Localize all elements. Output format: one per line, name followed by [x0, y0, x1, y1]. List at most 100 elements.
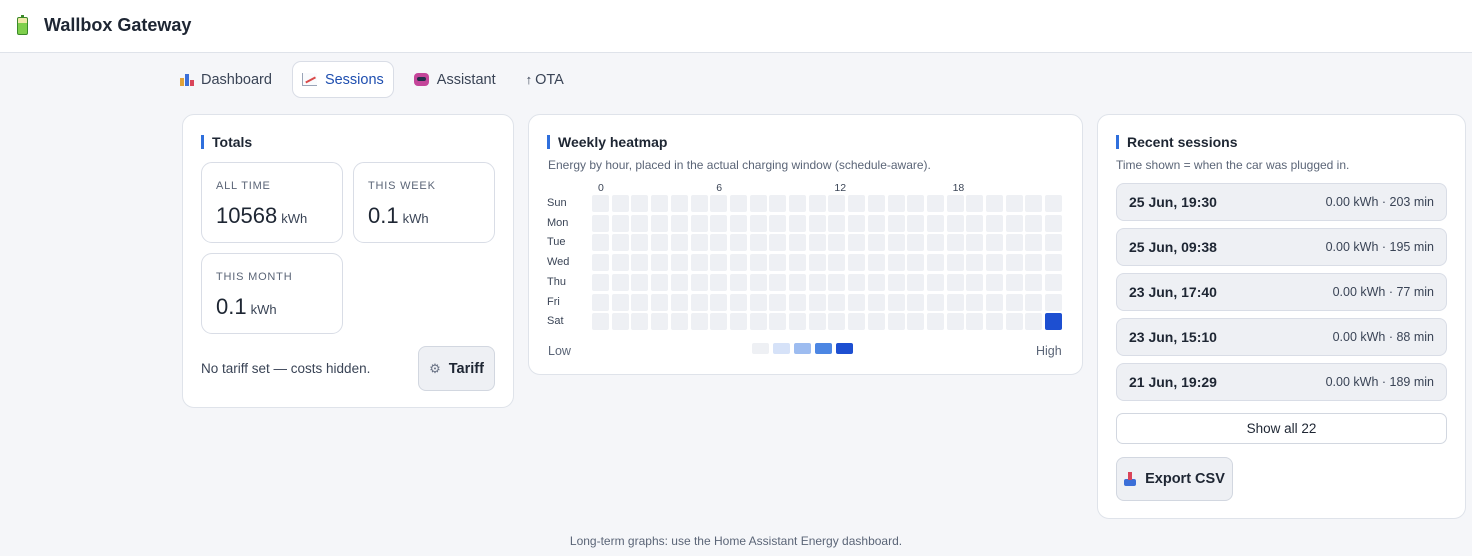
tariff-button-label: Tariff [448, 360, 484, 377]
heatmap-cell [670, 195, 688, 212]
heatmap-cell [611, 254, 629, 272]
day-label: Sun [547, 197, 567, 209]
heatmap-cell [651, 254, 669, 272]
export-csv-label: Export CSV [1145, 471, 1225, 487]
heatmap-cell [887, 254, 905, 272]
stat-label: ALL TIME [216, 180, 271, 192]
heatmap-cell [749, 293, 767, 311]
heatmap-cell [907, 273, 925, 291]
heatmap-cell [651, 214, 669, 232]
heatmap-cell [749, 313, 767, 331]
tariff-button[interactable]: ⚙ Tariff [418, 346, 495, 391]
tab-ota[interactable]: ↑ OTA [516, 61, 574, 98]
heatmap-cell [986, 254, 1003, 272]
day-label: Tue [547, 236, 566, 249]
tariff-note: No tariff set — costs hidden. [201, 361, 371, 376]
heatmap-cell [867, 273, 885, 291]
heatmap-cell [926, 214, 944, 232]
heatmap-cell [710, 214, 728, 232]
tab-sessions[interactable]: Sessions [291, 61, 394, 98]
stat-number: 0.1 [368, 203, 399, 228]
totals-title: Totals [201, 135, 252, 149]
session-row[interactable]: 25 Jun, 09:38 0.00 kWh · 195 min [1116, 228, 1447, 266]
heatmap-cell [848, 195, 866, 212]
heatmap-cell [887, 195, 905, 212]
session-info: 0.00 kWh · 189 min [1325, 375, 1434, 389]
heatmap-cell [926, 234, 944, 252]
legend-swatch [773, 343, 790, 354]
session-date: 25 Jun, 19:30 [1129, 194, 1217, 210]
heatmap-cell [769, 214, 787, 232]
app-header: Wallbox Gateway [0, 0, 1472, 53]
heatmap-cell [749, 195, 767, 212]
heatmap-cell [966, 313, 984, 331]
heatmap-cell [592, 273, 609, 291]
session-row[interactable]: 21 Jun, 19:29 0.00 kWh · 189 min [1116, 363, 1447, 401]
heatmap-cell [966, 195, 984, 212]
heatmap-cell [729, 254, 747, 272]
heatmap-cell [592, 293, 609, 311]
heatmap-cell [769, 195, 787, 212]
heatmap-cell [907, 254, 925, 272]
heatmap-cell [887, 313, 905, 331]
heatmap-cell [749, 234, 767, 252]
session-row[interactable]: 23 Jun, 15:10 0.00 kWh · 88 min [1116, 318, 1447, 356]
hour-tick-label: 12 [834, 182, 847, 194]
heatmap-cell [926, 254, 944, 272]
heatmap-cell [966, 254, 984, 272]
session-info: 0.00 kWh · 203 min [1325, 195, 1434, 209]
heatmap-cell [769, 234, 787, 252]
heatmap-cell [986, 313, 1003, 331]
totals-card: Totals ALL TIME 10568 kWh THIS WEEK 0.1 … [182, 114, 514, 408]
heatmap-cell [769, 273, 787, 291]
heatmap-cell [946, 234, 964, 252]
heatmap-cell [749, 273, 767, 291]
heatmap-card: Weekly heatmap Energy by hour, placed in… [528, 114, 1083, 375]
heatmap-cell [710, 195, 728, 212]
heatmap-cell [1025, 313, 1043, 331]
heatmap-cell [1005, 313, 1023, 331]
heatmap-cell [690, 214, 708, 232]
footer-note: Long-term graphs: use the Home Assistant… [569, 534, 903, 548]
heatmap-cell [848, 293, 866, 311]
session-row[interactable]: 25 Jun, 19:30 0.00 kWh · 203 min [1116, 183, 1447, 221]
heatmap-cell [651, 273, 669, 291]
heatmap-cell [670, 254, 688, 272]
heatmap-title: Weekly heatmap [547, 135, 667, 149]
tab-assistant[interactable]: Assistant [404, 61, 506, 98]
heatmap-cell [808, 254, 826, 272]
show-all-button[interactable]: Show all 22 [1116, 413, 1447, 444]
heatmap-cell [867, 234, 885, 252]
heatmap-cell [592, 234, 609, 252]
bar-chart-icon [180, 73, 194, 86]
gear-icon: ⚙ [429, 360, 441, 376]
heatmap-cell [611, 273, 629, 291]
heatmap-cell [611, 195, 629, 212]
heatmap-cell [1025, 195, 1043, 212]
tab-dashboard[interactable]: Dashboard [170, 61, 282, 98]
line-chart-icon [301, 73, 317, 86]
heatmap-cell [1005, 293, 1023, 311]
session-date: 23 Jun, 15:10 [1129, 329, 1217, 345]
heatmap-cell [729, 214, 747, 232]
session-info: 0.00 kWh · 88 min [1332, 330, 1434, 344]
export-csv-button[interactable]: Export CSV [1116, 457, 1233, 501]
heatmap-cell [1025, 254, 1043, 272]
heatmap-cell [729, 293, 747, 311]
tab-label: Assistant [436, 71, 496, 88]
heatmap-cell [986, 234, 1003, 252]
heatmap-cell [966, 293, 984, 311]
tab-label: OTA [535, 71, 564, 88]
heatmap-cell [710, 234, 728, 252]
heatmap-cell [867, 293, 885, 311]
heatmap-cell [1005, 234, 1023, 252]
heatmap-cell [789, 254, 806, 272]
heatmap-cell [946, 273, 964, 291]
session-row[interactable]: 23 Jun, 17:40 0.00 kWh · 77 min [1116, 273, 1447, 311]
heatmap-cell [848, 254, 866, 272]
heatmap-cell [670, 234, 688, 252]
heatmap-cell [986, 293, 1003, 311]
heatmap-cell [808, 234, 826, 252]
recent-title: Recent sessions [1116, 135, 1238, 149]
heatmap-cell [651, 293, 669, 311]
